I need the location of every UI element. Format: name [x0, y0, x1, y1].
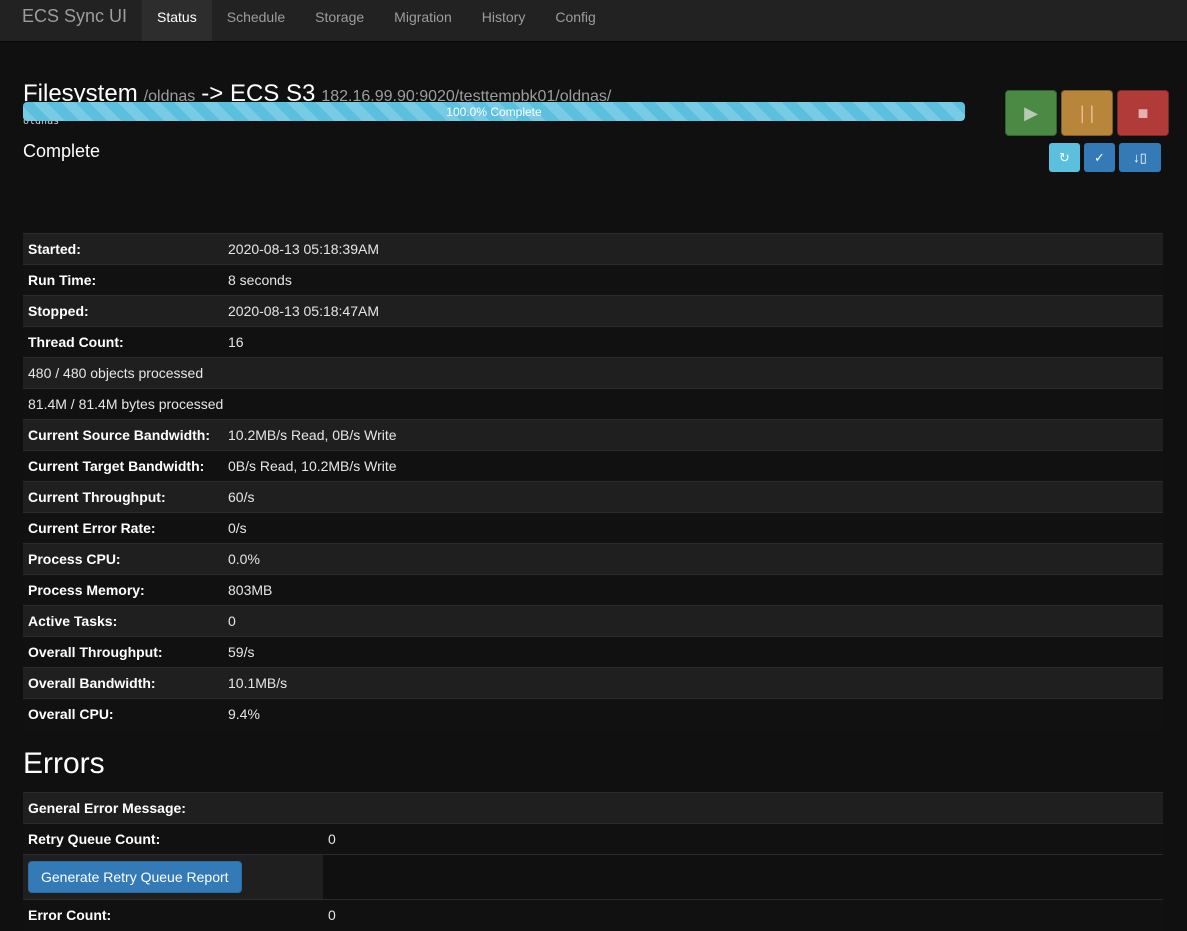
retry-queue-count: 0 [328, 831, 336, 847]
stat-value: 9.4% [228, 706, 260, 723]
progress-bar-track: 100.0% Complete [23, 102, 965, 121]
check-icon: ✓ [1094, 149, 1105, 165]
stat-value: 60/s [228, 489, 255, 505]
tab-storage[interactable]: Storage [300, 0, 379, 41]
table-row: 81.4M / 81.4M bytes processed [23, 388, 1163, 420]
stat-value: 10.1MB/s [228, 675, 288, 691]
table-row: Overall Bandwidth: 10.1MB/s [23, 667, 1163, 699]
table-row: Started: 2020-08-13 05:18:39AM [23, 233, 1163, 265]
bytes-processed: 81.4M / 81.4M bytes processed [28, 396, 224, 412]
nav-tabs: Status Schedule Storage Migration Histor… [142, 0, 611, 41]
stat-label: Current Error Rate: [28, 520, 156, 536]
errors-table: General Error Message: Retry Queue Count… [23, 792, 1163, 931]
stat-value: 0.0% [228, 551, 260, 567]
stop-button[interactable]: ■ [1117, 90, 1169, 136]
refresh-icon: ↻ [1059, 149, 1070, 165]
navbar: ECS Sync UI Status Schedule Storage Migr… [0, 0, 1187, 42]
stats-table: Started: 2020-08-13 05:18:39AM Run Time:… [23, 233, 1163, 730]
stat-value: 59/s [228, 644, 255, 660]
stat-value: 0/s [228, 520, 247, 536]
pause-button[interactable]: | | [1061, 90, 1113, 136]
control-buttons: ▶ | | ■ [1005, 90, 1169, 136]
retry-report-cell: Generate Retry Queue Report [23, 854, 323, 900]
progress-bar-fill: 100.0% Complete [23, 102, 965, 121]
stat-value: 0B/s Read, 10.2MB/s Write [228, 458, 397, 474]
stat-label: Process Memory: [28, 582, 145, 598]
play-icon: ▶ [1024, 102, 1038, 123]
tab-status[interactable]: Status [142, 0, 212, 41]
stat-label: Overall CPU: [28, 706, 114, 723]
stat-label: Current Throughput: [28, 489, 166, 505]
tab-config[interactable]: Config [540, 0, 610, 41]
table-row: Overall Throughput: 59/s [23, 636, 1163, 668]
job-status: Complete [23, 141, 101, 161]
table-row: General Error Message: [23, 792, 1163, 824]
download-icon: ↓▯ [1133, 149, 1147, 165]
play-button[interactable]: ▶ [1005, 90, 1057, 136]
errors-heading: Errors [23, 747, 105, 780]
error-count: 0 [328, 907, 336, 924]
table-row: Current Throughput: 60/s [23, 481, 1163, 513]
stat-label: Overall Throughput: [28, 644, 163, 660]
table-row: Active Tasks: 0 [23, 605, 1163, 637]
stat-value: 803MB [228, 582, 273, 598]
stat-value: 2020-08-13 05:18:47AM [228, 303, 379, 319]
stat-label: Current Source Bandwidth: [28, 427, 211, 443]
stat-label: Overall Bandwidth: [28, 675, 156, 691]
stat-value: 0 [228, 613, 236, 629]
stat-label: Active Tasks: [28, 613, 118, 629]
table-row: Process CPU: 0.0% [23, 543, 1163, 575]
objects-processed: 480 / 480 objects processed [28, 365, 204, 381]
progress-label: 100.0% Complete [446, 104, 542, 119]
tab-migration[interactable]: Migration [379, 0, 467, 41]
refresh-button[interactable]: ↻ [1049, 143, 1080, 172]
stat-label: Thread Count: [28, 334, 124, 350]
table-row: Overall CPU: 9.4% [23, 698, 1163, 730]
brand-link[interactable]: ECS Sync UI [0, 0, 142, 41]
empty-cell [323, 855, 1163, 900]
table-row: Error Count: 0 [23, 899, 1163, 931]
generate-retry-report-button[interactable]: Generate Retry Queue Report [28, 861, 242, 893]
table-row: Retry Queue Count: 0 [23, 823, 1163, 855]
table-row: Run Time: 8 seconds [23, 264, 1163, 296]
table-row: Current Source Bandwidth: 10.2MB/s Read,… [23, 419, 1163, 451]
stop-icon: ■ [1137, 102, 1149, 123]
stat-label: Run Time: [28, 272, 97, 288]
table-row: Current Target Bandwidth: 0B/s Read, 10.… [23, 450, 1163, 482]
table-row: Generate Retry Queue Report [23, 854, 1163, 900]
tab-schedule[interactable]: Schedule [212, 0, 300, 41]
action-buttons: ↻ ✓ ↓▯ [1049, 143, 1161, 172]
stat-value: 2020-08-13 05:18:39AM [228, 241, 379, 257]
stat-label: Started: [28, 241, 81, 257]
table-row: Current Error Rate: 0/s [23, 512, 1163, 544]
stat-value: 10.2MB/s Read, 0B/s Write [228, 427, 397, 443]
stat-label: Stopped: [28, 303, 89, 319]
pause-icon: | | [1079, 102, 1095, 123]
stat-label: Process CPU: [28, 551, 121, 567]
table-row: Thread Count: 16 [23, 326, 1163, 358]
table-row: Stopped: 2020-08-13 05:18:47AM [23, 295, 1163, 327]
stat-label: Current Target Bandwidth: [28, 458, 205, 474]
tab-history[interactable]: History [467, 0, 541, 41]
retry-queue-label: Retry Queue Count: [28, 831, 161, 847]
download-report-button[interactable]: ↓▯ [1119, 143, 1161, 172]
stat-value: 16 [228, 334, 244, 350]
general-error-label: General Error Message: [28, 800, 186, 816]
stat-value: 8 seconds [228, 272, 292, 288]
error-count-label: Error Count: [28, 907, 112, 924]
table-row: Process Memory: 803MB [23, 574, 1163, 606]
table-row: 480 / 480 objects processed [23, 357, 1163, 389]
verify-button[interactable]: ✓ [1084, 143, 1115, 172]
